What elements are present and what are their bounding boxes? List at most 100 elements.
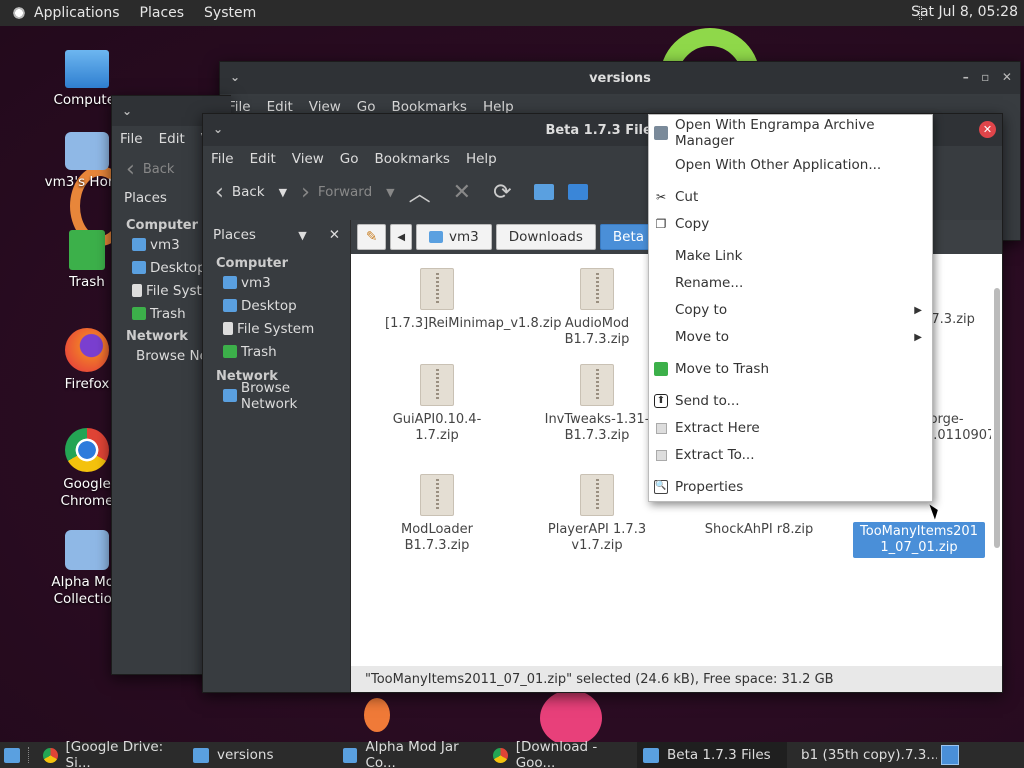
sidebar-item-vm3[interactable]: vm3 xyxy=(203,271,350,294)
menu-item-make-link[interactable]: Make Link xyxy=(649,244,932,268)
menu-edit[interactable]: Edit xyxy=(250,151,276,167)
window-menu-icon[interactable]: ⌄ xyxy=(213,122,223,136)
places-sidebar: Places ▼ ✕ Computer vm3 Desktop File Sys… xyxy=(203,220,351,692)
menu-file[interactable]: File xyxy=(120,131,143,147)
file-item[interactable]: ModLoader B1.7.3.zip xyxy=(371,474,503,554)
places-header-label: Places xyxy=(213,227,256,243)
file-item[interactable]: GuiAPI0.10.4-1.7.zip xyxy=(371,364,503,444)
file-label: TooManyItems2011_07_01.zip xyxy=(853,522,985,558)
status-bar: "TooManyItems2011_07_01.zip" selected (2… xyxy=(351,666,1002,692)
file-item-selected[interactable]: TooManyItems2011_07_01.zip xyxy=(853,522,985,558)
taskbar-label: Beta 1.7.3 Files xyxy=(667,747,771,763)
taskbar-item[interactable]: [Download - Goo... xyxy=(487,739,637,768)
window-controls[interactable]: – ▫ ✕ xyxy=(963,70,1012,84)
file-item[interactable]: InvTweaks-1.31-B1.7.3.zip xyxy=(531,364,663,444)
menu-edit[interactable]: Edit xyxy=(159,131,185,147)
menu-help[interactable]: Help xyxy=(466,151,497,167)
places-menu[interactable]: Places xyxy=(140,5,185,21)
desktop-folder-icon xyxy=(223,299,237,312)
file-label: [1.7.3]ReiMinimap_v1.8.zip xyxy=(385,316,562,331)
chrome-icon xyxy=(43,747,58,763)
menu-item-open-other[interactable]: Open With Other Application... xyxy=(649,153,932,177)
menu-view[interactable]: View xyxy=(292,151,324,167)
workspace-switcher[interactable] xyxy=(937,742,963,768)
taskbar-item-active[interactable]: Beta 1.7.3 Files xyxy=(637,742,787,768)
forward-button[interactable]: › Forward xyxy=(301,180,372,205)
sidebar-item-filesystem[interactable]: File System xyxy=(203,317,350,340)
file-label: ModLoader B1.7.3.zip xyxy=(401,522,473,553)
file-item[interactable]: ShockAhPI r8.zip xyxy=(693,522,825,538)
applications-menu[interactable]: Applications xyxy=(34,5,120,21)
menu-item-extract-to[interactable]: Extract To... xyxy=(649,443,932,467)
system-menu[interactable]: System xyxy=(204,5,256,21)
path-vm3[interactable]: vm3 xyxy=(416,224,492,250)
desktop-folder-icon xyxy=(132,261,146,274)
file-item[interactable]: [1.7.3]ReiMinimap_v1.8.zip xyxy=(371,268,562,332)
clock[interactable]: Sat Jul 8, 05:28 xyxy=(911,4,1018,20)
file-item[interactable]: PlayerAPI 1.7.3 v1.7.zip xyxy=(531,474,663,554)
bottom-taskbar: [Google Drive: Si... versions Alpha Mod … xyxy=(0,739,1024,768)
sidebar-item-trash[interactable]: Trash xyxy=(203,340,350,363)
taskbar-item[interactable]: b1 (35th copy).7.3.... xyxy=(787,742,937,768)
menu-item-properties[interactable]: 🔍 Properties xyxy=(649,475,932,499)
edit-location-button[interactable]: ✎ xyxy=(357,224,387,250)
computer-button[interactable] xyxy=(567,184,588,200)
sidebar-item-browse-network[interactable]: Browse Network xyxy=(203,380,350,412)
gnome-foot-icon[interactable] xyxy=(10,4,28,22)
stop-button[interactable]: ✕ xyxy=(453,180,479,205)
menu-bookmarks[interactable]: Bookmarks xyxy=(375,151,450,167)
file-item[interactable]: AudioMod B1.7.3.zip xyxy=(531,268,663,348)
menu-item-open-engrampa[interactable]: Open With Engrampa Archive Manager xyxy=(649,117,932,149)
close-icon[interactable]: ✕ xyxy=(979,121,996,138)
menu-item-cut[interactable]: ✂ Cut xyxy=(649,185,932,209)
trash-icon xyxy=(132,307,146,320)
show-desktop-button[interactable] xyxy=(0,742,28,768)
path-scroll-left[interactable]: ◀ xyxy=(390,224,413,250)
file-item[interactable]: forge-1.0110907. xyxy=(925,412,991,444)
monitor-icon xyxy=(567,184,588,200)
back-history-dropdown[interactable]: ▼ xyxy=(279,186,287,199)
taskbar-item[interactable]: Alpha Mod Jar Co... xyxy=(337,739,487,768)
taskbar-item[interactable]: [Google Drive: Si... xyxy=(37,739,187,768)
home-folder-icon xyxy=(429,231,444,243)
back-label: Back xyxy=(142,161,175,177)
home-folder-icon xyxy=(533,184,554,200)
send-icon: ⬆ xyxy=(654,394,668,408)
places-header[interactable]: Places ▼ ✕ xyxy=(203,220,350,250)
path-downloads[interactable]: Downloads xyxy=(495,224,596,250)
window-menu-icon[interactable]: ⌄ xyxy=(230,70,240,84)
menu-go[interactable]: Go xyxy=(340,151,359,167)
menu-file[interactable]: File xyxy=(211,151,234,167)
sidebar-close-icon[interactable]: ✕ xyxy=(329,227,340,243)
menu-item-copy-to[interactable]: Copy to ▶ xyxy=(649,298,932,322)
up-button[interactable]: ︿ xyxy=(409,176,439,208)
sidebar-dropdown-icon[interactable]: ▼ xyxy=(298,229,306,242)
desktop-icon-label: Firefox xyxy=(64,376,110,392)
window-title: versions xyxy=(589,70,651,86)
reload-icon: ⟳ xyxy=(493,179,512,205)
trash-icon xyxy=(654,362,668,376)
section-computer: Computer xyxy=(216,256,289,271)
menu-item-copy[interactable]: ❐ Copy xyxy=(649,212,932,236)
menu-item-rename[interactable]: Rename... xyxy=(649,271,932,295)
menu-item-label: Cut xyxy=(675,189,699,205)
window-menu-icon[interactable]: ⌄ xyxy=(122,104,132,118)
pencil-icon: ✎ xyxy=(366,229,378,245)
extract-icon xyxy=(656,450,667,461)
forward-history-dropdown[interactable]: ▼ xyxy=(386,186,394,199)
taskbar-item[interactable]: versions xyxy=(187,742,337,768)
menu-item-move-to-trash[interactable]: Move to Trash xyxy=(649,357,932,381)
menu-item-extract-here[interactable]: Extract Here xyxy=(649,416,932,440)
context-menu: Open With Engrampa Archive Manager Open … xyxy=(648,114,933,502)
menu-item-send-to[interactable]: ⬆ Send to... xyxy=(649,389,932,413)
properties-icon: 🔍 xyxy=(654,480,668,494)
sidebar-item-desktop[interactable]: Desktop xyxy=(203,294,350,317)
forward-label: Forward xyxy=(317,184,373,200)
taskbar-label: [Google Drive: Si... xyxy=(65,739,164,768)
window-titlebar[interactable]: versions ⌄ – ▫ ✕ xyxy=(220,62,1020,94)
back-button[interactable]: ‹ Back xyxy=(215,180,265,205)
home-button[interactable] xyxy=(533,184,554,200)
reload-button[interactable]: ⟳ xyxy=(493,180,519,205)
vertical-scrollbar[interactable] xyxy=(994,288,1000,548)
menu-item-move-to[interactable]: Move to ▶ xyxy=(649,325,932,349)
